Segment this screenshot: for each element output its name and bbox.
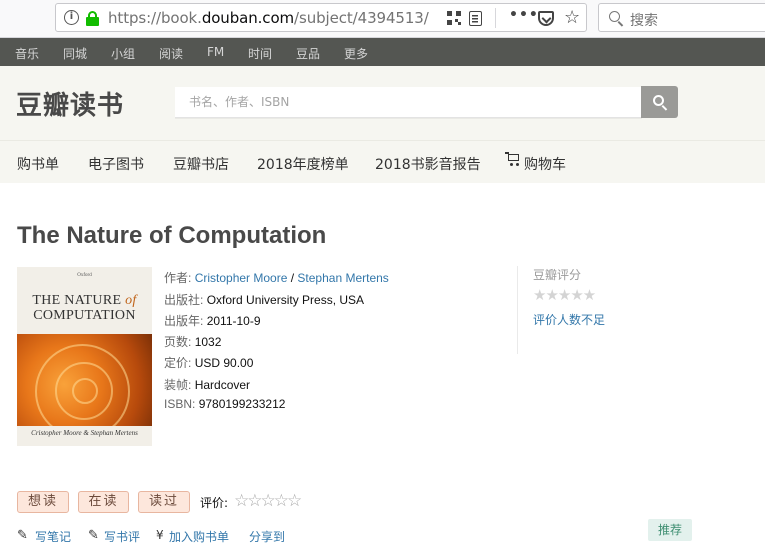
nav-music[interactable]: 音乐	[15, 45, 39, 62]
site-logo[interactable]: 豆瓣读书	[16, 85, 124, 122]
pocket-icon[interactable]	[538, 11, 554, 26]
divider	[495, 8, 496, 28]
douban-global-nav: 音乐 同城 小组 阅读 FM 时间 豆品 更多	[0, 38, 765, 66]
divider	[517, 266, 518, 354]
nav-products[interactable]: 豆品	[296, 45, 320, 62]
nav-time[interactable]: 时间	[248, 45, 272, 62]
write-review-link[interactable]: 写书评	[104, 528, 140, 545]
search-button[interactable]	[641, 86, 678, 118]
site-header: 豆瓣读书 购书单 电子图书 豆瓣书店 2018年度榜单 2018书影音报告 购物…	[0, 66, 765, 183]
rate-label: 评价:	[200, 496, 229, 510]
info-icon[interactable]: i	[64, 10, 79, 25]
subnav-ebooks[interactable]: 电子图书	[88, 154, 144, 174]
browser-search-placeholder: 搜索	[630, 13, 658, 29]
browser-search-field[interactable]: 搜索	[598, 3, 765, 32]
book-search-input[interactable]	[175, 87, 642, 118]
author-link-2[interactable]: Stephan Mertens	[297, 271, 388, 285]
search-icon	[653, 95, 664, 106]
address-bar[interactable]: i https://book.douban.com/subject/439451…	[55, 3, 587, 32]
qr-code-icon[interactable]	[447, 11, 461, 26]
subnav-booklist[interactable]: 购书单	[17, 154, 59, 174]
info-author: 作者: Cristopher Moore / Stephan Mertens	[164, 271, 389, 285]
rating-insufficient-link[interactable]: 评价人数不足	[533, 311, 605, 328]
nav-more[interactable]: 更多	[344, 45, 368, 62]
info-pages: 页数: 1032	[164, 335, 222, 349]
author-link-1[interactable]: Cristopher Moore	[195, 271, 288, 285]
more-actions-icon[interactable]: •••	[509, 7, 539, 23]
subnav-annual-report[interactable]: 2018书影音报告	[375, 154, 481, 174]
url-text[interactable]: https://book.douban.com/subject/4394513/	[108, 9, 429, 27]
subnav-annual-list[interactable]: 2018年度榜单	[257, 154, 349, 174]
nav-fm[interactable]: FM	[207, 45, 224, 59]
pencil-icon: ✎	[88, 528, 99, 543]
rating-label: 豆瓣评分	[533, 268, 582, 282]
rating-stars-icon: ★★★★★	[533, 286, 596, 304]
nav-read[interactable]: 阅读	[159, 45, 183, 62]
yen-icon: ¥	[156, 528, 164, 542]
cover-title-line1: THE NATURE of	[32, 293, 137, 308]
info-isbn: ISBN: 9780199233212	[164, 397, 286, 411]
cover-publisher: Oxford	[77, 273, 92, 278]
cover-title-line2: COMPUTATION	[33, 308, 136, 323]
reader-view-icon[interactable]	[469, 11, 482, 26]
info-date: 出版年: 2011-10-9	[164, 314, 261, 328]
info-publisher: 出版社: Oxford University Press, USA	[164, 293, 365, 307]
pencil-icon: ✎	[17, 528, 28, 543]
want-to-read-button[interactable]: 想读	[17, 491, 69, 513]
subnav-bookstore[interactable]: 豆瓣书店	[173, 154, 229, 174]
book-title: The Nature of Computation	[17, 222, 327, 249]
info-binding: 装帧: Hardcover	[164, 378, 251, 392]
info-price: 定价: USD 90.00	[164, 356, 254, 370]
add-to-booklist-link[interactable]: 加入购书单	[169, 528, 229, 545]
subnav-cart[interactable]: 购物车	[524, 154, 566, 174]
reading-button[interactable]: 在读	[78, 491, 129, 513]
read-button[interactable]: 读过	[138, 491, 190, 513]
nav-local[interactable]: 同城	[63, 45, 87, 62]
search-icon	[609, 11, 620, 22]
lock-icon[interactable]	[86, 11, 99, 26]
share-link[interactable]: 分享到	[249, 528, 285, 545]
cover-authors: Cristopher Moore & Stephan Mertens	[17, 426, 152, 446]
recommend-button[interactable]: 推荐	[648, 519, 692, 541]
rate-stars-input[interactable]: ☆☆☆☆☆	[234, 492, 302, 510]
cart-icon[interactable]	[505, 152, 521, 166]
write-note-link[interactable]: 写笔记	[35, 528, 71, 545]
bookmark-star-icon[interactable]: ☆	[564, 7, 580, 28]
book-cover[interactable]: Oxford THE NATURE of COMPUTATION Cristop…	[17, 267, 152, 446]
divider	[0, 140, 765, 141]
nav-groups[interactable]: 小组	[111, 45, 135, 62]
browser-toolbar: i https://book.douban.com/subject/439451…	[0, 0, 765, 38]
